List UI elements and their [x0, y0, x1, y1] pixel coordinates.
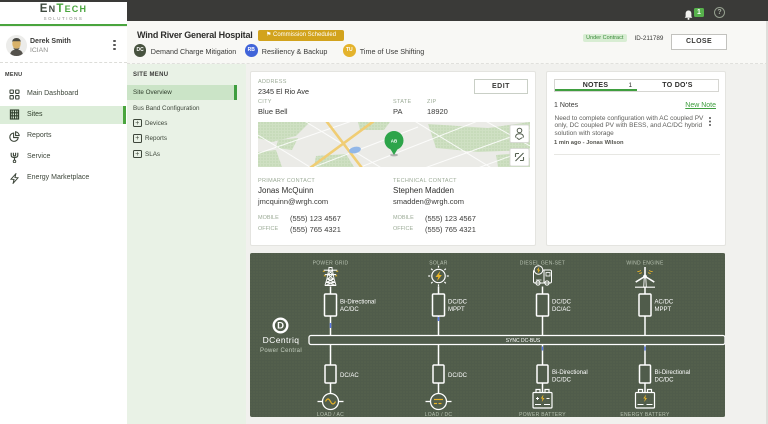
svg-text:DC/DC: DC/DC: [552, 300, 572, 306]
svg-text:WIND ENGINE: WIND ENGINE: [626, 261, 664, 267]
svg-text:AC/DC: AC/DC: [655, 300, 674, 306]
svg-text:Bi-Directional: Bi-Directional: [340, 300, 376, 306]
svg-text:MPPT: MPPT: [655, 307, 672, 313]
svg-text:DC/DC: DC/DC: [552, 378, 572, 384]
svg-text:Bi-Directional: Bi-Directional: [552, 370, 588, 376]
svg-text:POWER GRID: POWER GRID: [313, 261, 349, 267]
svg-text:DC/DC: DC/DC: [448, 373, 468, 379]
svg-text:ENERGY BATTERY: ENERGY BATTERY: [620, 412, 670, 417]
svg-text:AC/DC: AC/DC: [340, 307, 359, 313]
svg-text:DC/AC: DC/AC: [340, 373, 359, 379]
svg-text:AB: AB: [391, 138, 398, 143]
svg-text:SYNC DC-BUS: SYNC DC-BUS: [506, 338, 541, 344]
svg-text:DC/AC: DC/AC: [552, 307, 571, 313]
svg-text:DC/DC: DC/DC: [655, 378, 675, 384]
svg-text:DIESEL GEN-SET: DIESEL GEN-SET: [520, 261, 565, 267]
svg-text:POWER BATTERY: POWER BATTERY: [519, 412, 566, 417]
svg-text:Bi-Directional: Bi-Directional: [655, 370, 691, 376]
svg-text:Power Central: Power Central: [260, 348, 302, 354]
svg-text:DCentriq: DCentriq: [263, 335, 300, 345]
svg-text:DC/DC: DC/DC: [448, 300, 468, 306]
svg-text:LOAD / AC: LOAD / AC: [317, 412, 344, 417]
svg-text:MPPT: MPPT: [448, 307, 465, 313]
svg-text:SOLAR: SOLAR: [429, 261, 448, 267]
svg-text:LOAD / DC: LOAD / DC: [425, 412, 453, 417]
svg-text:D: D: [277, 321, 284, 332]
